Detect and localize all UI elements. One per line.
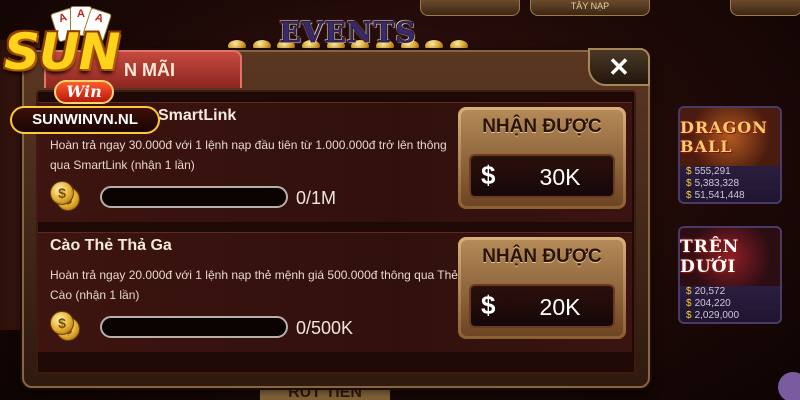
close-icon: ✕ (608, 51, 630, 82)
game-card-stat: $2,029,000 (686, 310, 740, 321)
events-banner: EVENTS (228, 8, 468, 56)
logo-domain: SUNWINVN.NL (10, 106, 160, 134)
reward-amount-box: $ 20K (469, 284, 615, 328)
reward-button[interactable]: NHẬN ĐƯỢC $ 30K (458, 107, 626, 209)
reward-amount-box: $ 30K (469, 154, 615, 198)
events-title: EVENTS (279, 15, 417, 49)
reward-label: NHẬN ĐƯỢC (482, 116, 602, 137)
logo-brand: SUN (4, 23, 120, 81)
game-card-tren-duoi[interactable]: TRÊN DƯỚI $20,572 $204,220 $2,029,000 (678, 226, 782, 324)
reward-label: NHẬN ĐƯỢC (482, 246, 602, 267)
reward-button[interactable]: NHẬN ĐƯỢC $ 20K (458, 237, 626, 339)
game-card-stat: $20,572 (686, 286, 726, 297)
event-description: Hoàn trả ngay 20.000đ với 1 lệnh nạp thẻ… (50, 268, 458, 302)
sunwin-logo: A A A SUN Win SUNWINVN.NL (0, 0, 162, 144)
event-title: Cào Thẻ Thả Ga (50, 237, 172, 254)
event-row-cao-the: Cào Thẻ Thả Ga Hoàn trả ngay 20.000đ với… (38, 232, 632, 352)
dollar-icon: $ (481, 290, 496, 320)
game-card-stat: $51,541,448 (686, 190, 745, 201)
event-progress-text: 0/1M (296, 188, 337, 208)
lobby-top-tab-3[interactable] (730, 0, 800, 16)
event-progress-text: 0/500K (296, 318, 354, 338)
reward-amount: 30K (539, 164, 581, 190)
game-card-title: DRAGON BALL (680, 108, 780, 166)
game-card-stat: $204,220 (686, 298, 731, 309)
game-card-stat: $555,291 (686, 166, 731, 177)
coin-icon: $$ (50, 311, 82, 343)
game-card-dragon-ball[interactable]: DRAGON BALL $555,291 $5,383,328 $51,541,… (678, 106, 782, 204)
dollar-icon: $ (481, 160, 496, 190)
event-title: SmartLink (158, 107, 237, 124)
game-card-title: TRÊN DƯỚI (680, 228, 780, 286)
close-button[interactable]: ✕ (588, 48, 650, 86)
reward-amount: 20K (539, 294, 581, 320)
coin-icon: $$ (50, 181, 82, 213)
event-progress-bar (100, 186, 288, 208)
game-card-stat: $5,383,328 (686, 178, 740, 189)
lobby-top-tab-2[interactable]: TÂY NẠP (530, 0, 650, 16)
event-progress-bar (100, 316, 288, 338)
logo-sub: Win (54, 80, 114, 104)
corner-menu-button[interactable] (778, 372, 800, 400)
